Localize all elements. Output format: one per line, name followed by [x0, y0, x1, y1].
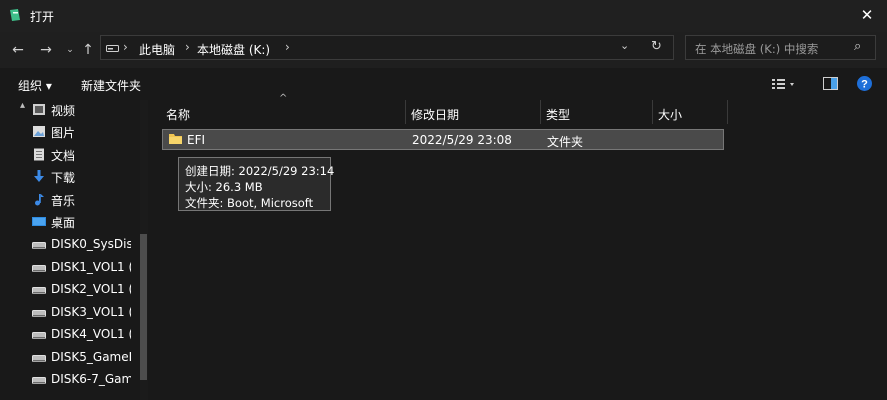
- column-header-modified[interactable]: 修改日期: [411, 106, 459, 123]
- sidebar-item-label: DISK6-7_Game: [51, 372, 131, 386]
- up-button[interactable]: ↑: [80, 42, 96, 58]
- arrow-right-icon: →: [40, 42, 52, 58]
- sidebar-item-label: 视频: [51, 104, 76, 118]
- tooltip-created: 创建日期: 2022/5/29 23:14: [185, 164, 335, 178]
- app-icon: [8, 8, 22, 22]
- column-divider[interactable]: [540, 100, 541, 124]
- chevron-down-icon: ⌄: [66, 45, 74, 55]
- sidebar-item-label: DISK0_SysDisk: [51, 237, 131, 251]
- sidebar-item-downloads[interactable]: 下载: [0, 166, 140, 188]
- sidebar-item-disk0[interactable]: DISK0_SysDisk: [0, 234, 140, 256]
- breadcrumb-this-pc[interactable]: 此电脑: [139, 41, 175, 58]
- desktop-icon: [32, 215, 46, 228]
- sidebar-item-disk6-7[interactable]: DISK6-7_Game: [0, 369, 140, 391]
- sidebar-item-disk1[interactable]: DISK1_VOL1 (D: [0, 257, 140, 279]
- address-dropdown-button[interactable]: ⌄: [620, 39, 629, 52]
- download-icon: [32, 170, 46, 183]
- drive-icon: [32, 283, 46, 296]
- sidebar-item-label: 图片: [51, 126, 76, 140]
- file-name[interactable]: EFI: [187, 133, 205, 147]
- file-tooltip: 创建日期: 2022/5/29 23:14 大小: 26.3 MB 文件夹: B…: [178, 157, 335, 211]
- drive-icon: [32, 351, 46, 364]
- sidebar-item-label: 桌面: [51, 216, 76, 230]
- sidebar-item-disk5[interactable]: DISK5_GameDi: [0, 347, 140, 369]
- pictures-icon: [32, 125, 46, 138]
- documents-icon: [32, 148, 46, 161]
- help-icon: ?: [857, 76, 872, 91]
- sidebar-item-disk3[interactable]: DISK3_VOL1 (F: [0, 302, 140, 324]
- view-list-icon: [772, 79, 794, 89]
- window-title: 打开: [30, 10, 55, 24]
- arrow-left-icon: ←: [12, 42, 24, 58]
- sidebar-item-pictures[interactable]: 图片: [0, 121, 140, 143]
- breadcrumb-separator: ›: [185, 40, 190, 54]
- drive-icon: [32, 238, 46, 251]
- sidebar-item-label: DISK4_VOL1 (G: [51, 327, 131, 341]
- sidebar-item-label: DISK5_GameDi: [51, 350, 131, 364]
- arrow-up-icon: ↑: [82, 42, 94, 58]
- organize-button[interactable]: 组织 ▾: [18, 77, 52, 94]
- recent-locations-button[interactable]: ⌄: [62, 42, 78, 58]
- drive-icon: [32, 328, 46, 341]
- sidebar-item-label: DISK1_VOL1 (D: [51, 260, 131, 274]
- video-icon: [32, 103, 46, 116]
- drive-icon: [32, 306, 46, 319]
- folder-icon: [169, 133, 182, 145]
- preview-pane-icon: [823, 77, 838, 90]
- sidebar-item-desktop[interactable]: 桌面: [0, 211, 140, 233]
- search-box[interactable]: 在 本地磁盘 (K:) 中搜索 ⌕: [685, 35, 876, 60]
- column-header-type[interactable]: 类型: [546, 106, 570, 123]
- refresh-button[interactable]: ↻: [651, 39, 662, 54]
- sidebar-item-disk4[interactable]: DISK4_VOL1 (G: [0, 324, 140, 346]
- column-header-size[interactable]: 大小: [658, 106, 682, 123]
- view-options-button[interactable]: [772, 77, 798, 91]
- column-divider[interactable]: [727, 100, 728, 124]
- column-divider[interactable]: [405, 100, 406, 124]
- column-divider[interactable]: [652, 100, 653, 124]
- drive-icon: [106, 44, 119, 53]
- search-icon[interactable]: ⌕: [854, 39, 861, 54]
- close-button[interactable]: ✕: [855, 4, 879, 26]
- file-modified: 2022/5/29 23:08: [412, 133, 512, 147]
- sidebar-item-label: DISK2_VOL1 (E: [51, 282, 131, 296]
- sidebar-item-disk2[interactable]: DISK2_VOL1 (E: [0, 279, 140, 301]
- drive-icon: [32, 373, 46, 386]
- preview-pane-button[interactable]: [823, 77, 838, 90]
- drive-icon: [32, 261, 46, 274]
- tooltip-folders: 文件夹: Boot, Microsoft: [185, 196, 314, 210]
- sidebar-item-documents[interactable]: 文档: [0, 144, 140, 166]
- chevron-down-icon: ⌄: [620, 39, 630, 52]
- command-toolbar: 组织 ▾ 新建文件夹 ?: [0, 69, 887, 99]
- sidebar-scrollbar-thumb[interactable]: [140, 234, 147, 380]
- address-bar[interactable]: › 此电脑 › 本地磁盘 (K:) › ⌄ ↻: [100, 35, 674, 60]
- breadcrumb-drive-k[interactable]: 本地磁盘 (K:): [197, 41, 270, 58]
- close-icon: ✕: [860, 6, 874, 24]
- sidebar-item-label: 下载: [51, 171, 76, 185]
- sidebar-item-music[interactable]: 音乐: [0, 189, 140, 211]
- title-bar: 打开 ✕: [0, 0, 887, 32]
- forward-button[interactable]: →: [38, 42, 54, 58]
- sidebar-item-videos[interactable]: 视频: [0, 99, 140, 121]
- sidebar-item-label: DISK3_VOL1 (F: [51, 305, 131, 319]
- sidebar-item-label: 文档: [51, 149, 76, 163]
- sidebar-item-label: 音乐: [51, 194, 76, 208]
- back-button[interactable]: ←: [10, 42, 26, 58]
- music-icon: [32, 193, 46, 206]
- navigation-pane: ▴ 视频 图片 文档 下载 音乐 桌面 DISK0_SysDisk DISK1_…: [0, 100, 148, 400]
- sort-ascending-icon: ^: [279, 93, 288, 104]
- breadcrumb-separator: ›: [285, 40, 290, 54]
- svg-text:?: ?: [861, 79, 868, 91]
- refresh-icon: ↻: [651, 39, 662, 54]
- help-button[interactable]: ?: [857, 76, 872, 91]
- new-folder-button[interactable]: 新建文件夹: [81, 77, 141, 94]
- file-type: 文件夹: [547, 135, 584, 149]
- breadcrumb-separator: ›: [123, 40, 128, 54]
- tooltip-size: 大小: 26.3 MB: [185, 180, 263, 194]
- search-placeholder: 在 本地磁盘 (K:) 中搜索: [695, 42, 819, 56]
- column-header-name[interactable]: 名称: [166, 106, 190, 123]
